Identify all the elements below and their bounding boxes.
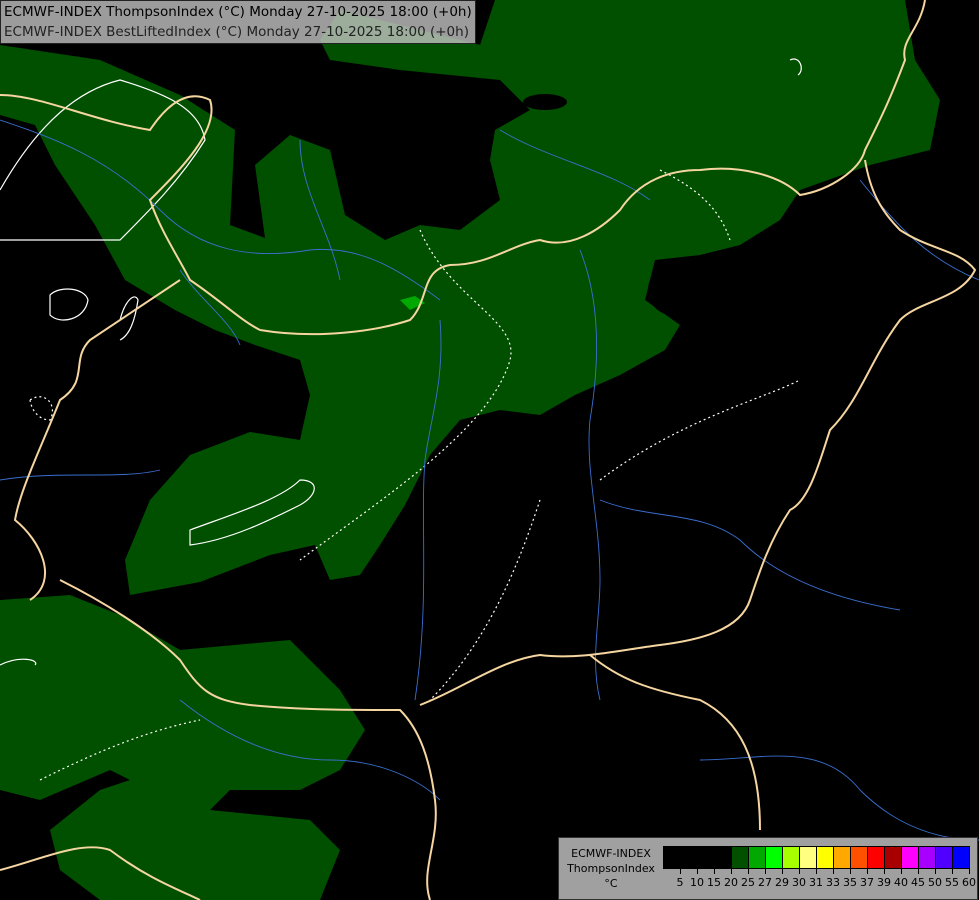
- legend-tick-label: 31: [809, 876, 823, 889]
- legend-swatch: [681, 847, 698, 868]
- black-hole-north: [523, 94, 567, 110]
- legend-swatch: [902, 847, 919, 868]
- legend-tick-mark: [867, 868, 868, 874]
- legend-swatch: [783, 847, 800, 868]
- legend-swatch: [817, 847, 834, 868]
- legend-tick-label: 45: [911, 876, 925, 889]
- legend-tick-label: 5: [676, 876, 684, 889]
- legend-swatch: [715, 847, 732, 868]
- legend-tick-label: 29: [775, 876, 789, 889]
- legend-swatch: [953, 847, 969, 868]
- legend-tick-mark: [952, 868, 953, 874]
- legend-tick-mark: [935, 868, 936, 874]
- legend-tick-label: 30: [792, 876, 806, 889]
- legend-swatch: [800, 847, 817, 868]
- legend-tick-mark: [697, 868, 698, 874]
- legend-variable: ThompsonIndex: [567, 862, 655, 875]
- legend-tick-mark: [816, 868, 817, 874]
- legend-tick-mark: [799, 868, 800, 874]
- legend-swatch: [851, 847, 868, 868]
- legend-tick-mark: [680, 868, 681, 874]
- legend-swatch: [766, 847, 783, 868]
- legend-colorbar: [663, 846, 970, 869]
- black-bay: [355, 135, 385, 185]
- legend-tick-label: 37: [860, 876, 874, 889]
- legend-swatch: [885, 847, 902, 868]
- legend-swatch: [936, 847, 953, 868]
- legend-tick-mark: [782, 868, 783, 874]
- legend-ticks: 5 10 15 20 25 27 29 30 31 33 35 37 39 40 45 50 55 60: [663, 868, 976, 892]
- legend-tick-mark: [969, 868, 970, 874]
- legend-swatch: [698, 847, 715, 868]
- color-legend: ECMWF-INDEX ThompsonIndex °C 5 10 15 20 25 27…: [558, 837, 978, 900]
- legend-tick-label: 50: [928, 876, 942, 889]
- legend-swatch: [868, 847, 885, 868]
- legend-swatch: [732, 847, 749, 868]
- legend-tick-mark: [884, 868, 885, 874]
- legend-tick-mark: [918, 868, 919, 874]
- legend-label: ECMWF-INDEX ThompsonIndex °C: [563, 846, 659, 891]
- legend-unit: °C: [604, 877, 618, 890]
- legend-tick-label: 25: [741, 876, 755, 889]
- legend-tick-label: 27: [758, 876, 772, 889]
- legend-tick-mark: [731, 868, 732, 874]
- weather-map-view: ECMWF-INDEX ThompsonIndex (°C) Monday 27…: [0, 0, 979, 900]
- thompson-index-fill: [0, 0, 940, 900]
- legend-tick-mark: [850, 868, 851, 874]
- legend-tick-label: 40: [894, 876, 908, 889]
- legend-tick-mark: [901, 868, 902, 874]
- map-canvas[interactable]: [0, 0, 979, 900]
- legend-tick-label: 39: [877, 876, 891, 889]
- legend-tick-label: 15: [707, 876, 721, 889]
- legend-tick-mark: [748, 868, 749, 874]
- legend-tick-label: 20: [724, 876, 738, 889]
- legend-swatch: [834, 847, 851, 868]
- green-area-north: [0, 0, 940, 595]
- legend-tick-label: 33: [826, 876, 840, 889]
- title-line-thompson: ECMWF-INDEX ThompsonIndex (°C) Monday 27…: [4, 4, 472, 20]
- legend-swatch: [749, 847, 766, 868]
- legend-tick-label: 35: [843, 876, 857, 889]
- legend-tick-mark: [765, 868, 766, 874]
- legend-tick-label: 60: [962, 876, 976, 889]
- black-hole-east: [648, 265, 696, 315]
- legend-tick-mark: [833, 868, 834, 874]
- legend-swatch: [919, 847, 936, 868]
- legend-tick-label: 55: [945, 876, 959, 889]
- legend-tick-label: 10: [690, 876, 704, 889]
- title-line-lifted: ECMWF-INDEX BestLiftedIndex (°C) Monday …: [4, 24, 469, 40]
- legend-tick-mark: [714, 868, 715, 874]
- legend-swatch: [664, 847, 681, 868]
- legend-model: ECMWF-INDEX: [571, 847, 651, 860]
- map-title: ECMWF-INDEX ThompsonIndex (°C) Monday 27…: [0, 0, 476, 44]
